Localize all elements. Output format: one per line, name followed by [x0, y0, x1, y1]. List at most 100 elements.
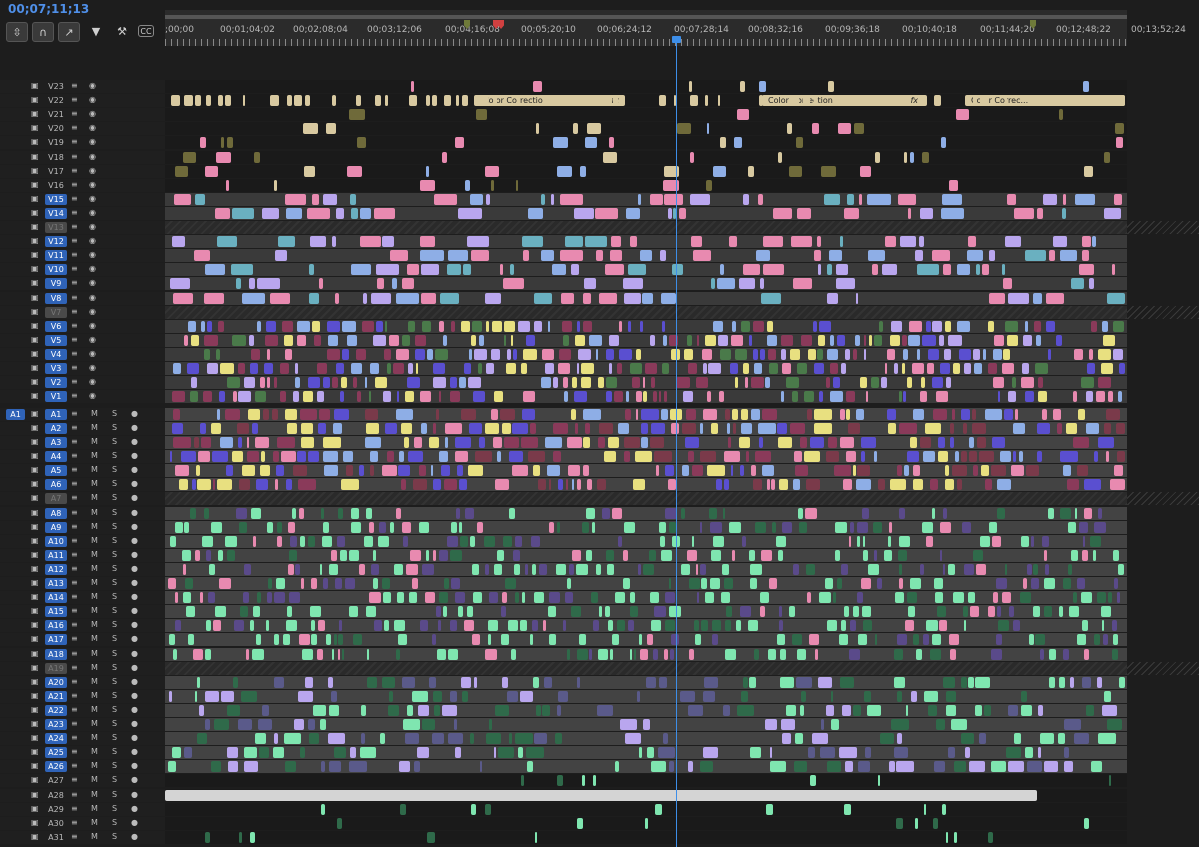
- sync-lock-icon[interactable]: ≡: [71, 762, 81, 770]
- clip[interactable]: [389, 250, 408, 262]
- sync-lock-icon[interactable]: ≡: [71, 378, 81, 386]
- lock-icon[interactable]: ▣: [31, 579, 39, 587]
- clip[interactable]: [244, 563, 252, 575]
- clip[interactable]: [301, 422, 314, 434]
- clip[interactable]: [746, 451, 749, 463]
- clip[interactable]: [968, 761, 985, 773]
- clip[interactable]: [653, 391, 657, 403]
- lock-icon[interactable]: ▣: [31, 194, 39, 203]
- captions-icon[interactable]: CC: [138, 25, 154, 37]
- clip[interactable]: [519, 620, 527, 632]
- clip[interactable]: [231, 207, 254, 219]
- clip[interactable]: [1011, 465, 1025, 477]
- clip[interactable]: [415, 334, 426, 346]
- clip[interactable]: [419, 179, 435, 191]
- clip[interactable]: [598, 377, 604, 389]
- clip[interactable]: [794, 465, 808, 477]
- clip[interactable]: [894, 747, 909, 759]
- clip[interactable]: [1102, 704, 1118, 716]
- clip[interactable]: [209, 563, 216, 575]
- clip[interactable]: [775, 535, 787, 547]
- clip[interactable]: [1097, 676, 1103, 688]
- clip[interactable]: [852, 348, 857, 360]
- solo-button[interactable]: S: [112, 409, 117, 418]
- clip[interactable]: [827, 348, 838, 360]
- clip[interactable]: [992, 592, 999, 604]
- track-name-v6[interactable]: V6: [45, 320, 67, 332]
- clip[interactable]: [191, 377, 198, 389]
- clip[interactable]: [437, 620, 442, 632]
- clip[interactable]: [433, 549, 436, 561]
- clip[interactable]: [719, 264, 725, 276]
- clip[interactable]: [821, 165, 837, 177]
- clip[interactable]: [464, 179, 471, 191]
- clip[interactable]: [1075, 507, 1078, 519]
- clip[interactable]: [277, 535, 283, 547]
- clip[interactable]: [328, 704, 340, 716]
- clip[interactable]: [1105, 451, 1109, 463]
- clip[interactable]: [1004, 236, 1022, 248]
- clip[interactable]: [682, 391, 694, 403]
- clip[interactable]: [439, 320, 444, 332]
- clip[interactable]: [898, 549, 907, 561]
- clip[interactable]: [276, 521, 282, 533]
- clip[interactable]: [295, 363, 299, 374]
- clip[interactable]: [751, 465, 756, 477]
- clip[interactable]: [689, 193, 711, 205]
- lock-icon[interactable]: ▣: [31, 734, 39, 742]
- sync-lock-icon[interactable]: ≡: [71, 649, 81, 658]
- clip[interactable]: [1080, 592, 1092, 604]
- clip[interactable]: [172, 292, 194, 304]
- clip[interactable]: [298, 479, 316, 491]
- sync-lock-icon[interactable]: ≡: [71, 349, 81, 358]
- clip[interactable]: [289, 549, 298, 561]
- clip[interactable]: [857, 465, 870, 477]
- microphone-icon[interactable]: ●: [131, 677, 138, 686]
- clip[interactable]: [333, 408, 349, 420]
- source-patch-a1[interactable]: A1: [6, 408, 25, 420]
- clip[interactable]: [814, 363, 824, 374]
- clip[interactable]: [250, 831, 256, 843]
- clip[interactable]: [896, 733, 902, 745]
- clip[interactable]: [468, 422, 483, 434]
- clip[interactable]: [169, 690, 172, 702]
- clip[interactable]: [845, 408, 850, 420]
- clip[interactable]: [288, 592, 301, 604]
- mute-button[interactable]: M: [91, 578, 98, 587]
- clip[interactable]: [373, 334, 387, 346]
- eye-icon[interactable]: ◉: [89, 392, 99, 400]
- clip[interactable]: [419, 236, 436, 248]
- clip[interactable]: [1008, 292, 1029, 304]
- track-name-a8[interactable]: A8: [45, 507, 67, 519]
- clip[interactable]: [645, 676, 656, 688]
- clip[interactable]: [325, 634, 332, 646]
- clip[interactable]: [201, 535, 214, 547]
- clip[interactable]: [211, 521, 223, 533]
- clip[interactable]: [685, 408, 697, 420]
- track-lane-a5[interactable]: [165, 464, 1127, 478]
- clip[interactable]: [399, 761, 410, 773]
- clip[interactable]: [669, 761, 674, 773]
- clip[interactable]: [382, 676, 395, 688]
- clip[interactable]: [781, 391, 785, 403]
- clip[interactable]: [500, 408, 515, 420]
- clip[interactable]: [396, 592, 404, 604]
- clip[interactable]: [323, 437, 341, 448]
- clip[interactable]: [394, 563, 403, 575]
- sync-lock-icon[interactable]: ≡: [71, 522, 81, 531]
- clip[interactable]: [692, 465, 704, 477]
- clip[interactable]: [513, 549, 520, 561]
- clip[interactable]: [642, 391, 648, 403]
- clip[interactable]: [872, 521, 882, 533]
- clip[interactable]: [215, 348, 221, 360]
- track-lane-a9[interactable]: [165, 520, 1127, 534]
- clip[interactable]: [623, 437, 641, 448]
- clip[interactable]: [1029, 634, 1034, 646]
- clip[interactable]: [931, 634, 942, 646]
- clip[interactable]: [661, 320, 666, 332]
- track-name-a2[interactable]: A2: [45, 422, 67, 434]
- clip[interactable]: [953, 592, 964, 604]
- clip[interactable]: [286, 620, 297, 632]
- clip[interactable]: [462, 264, 472, 276]
- clip[interactable]: [1022, 363, 1029, 374]
